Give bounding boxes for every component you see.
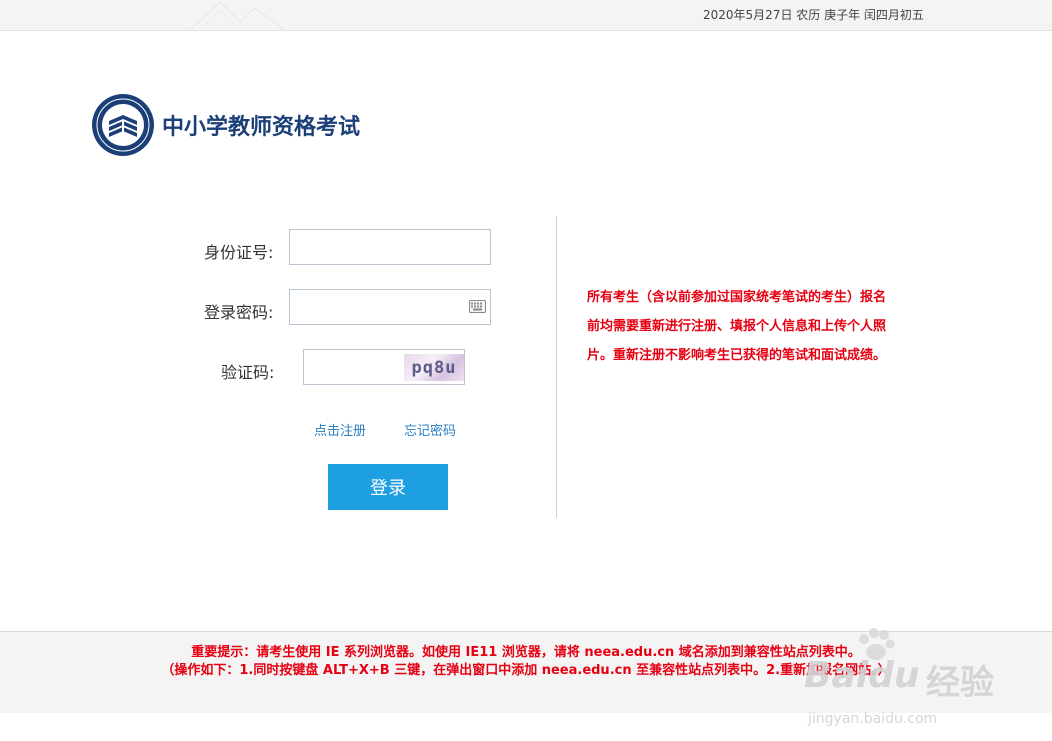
captcha-image[interactable]: pq8u (404, 354, 464, 381)
watermark-brand: Baidu (804, 655, 920, 696)
registration-notice: 所有考生（含以前参加过国家统考笔试的考生）报名前均需要重新进行注册、填报个人信息… (587, 290, 887, 363)
password-label: 登录密码: (204, 303, 274, 322)
captcha-label: 验证码: (221, 363, 275, 382)
forgot-password-link[interactable]: 忘记密码 (404, 420, 456, 439)
top-bar: 2020年5月27日 农历 庚子年 闰四月初五 (0, 0, 1052, 31)
baidu-jingyan-watermark: Baidu 经验 jingyan.baidu.com (800, 625, 1050, 737)
register-link[interactable]: 点击注册 (314, 420, 366, 439)
teacher-certification-seal-icon (92, 94, 154, 156)
login-button[interactable]: 登录 (328, 464, 448, 510)
site-title: 中小学教师资格考试 (162, 115, 361, 140)
date-display: 2020年5月27日 农历 庚子年 闰四月初五 (703, 8, 924, 22)
watermark-url: jingyan.baidu.com (808, 711, 938, 727)
id-number-label: 身份证号: (204, 243, 274, 262)
watermark-suffix: 经验 (926, 663, 994, 703)
mountain-decoration-icon (190, 1, 286, 30)
vertical-divider (556, 216, 557, 518)
password-input[interactable] (289, 289, 491, 325)
virtual-keyboard-icon[interactable] (469, 300, 486, 313)
id-number-input[interactable] (289, 229, 491, 265)
